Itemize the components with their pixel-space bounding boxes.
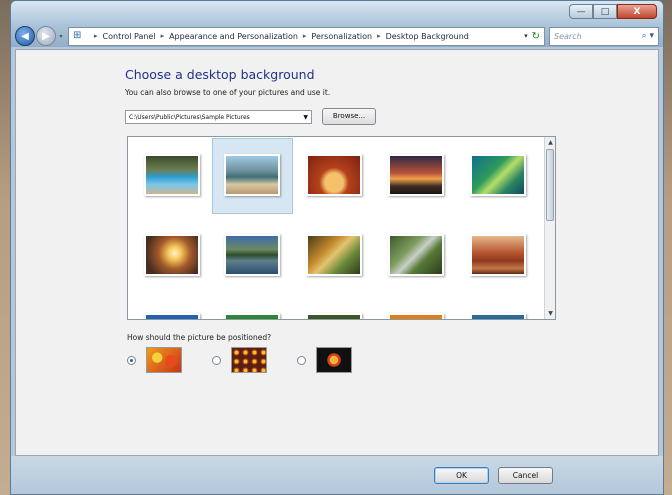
close-button[interactable]: X [617,4,657,19]
thumbnail-sunrise[interactable] [144,234,200,276]
window-controls: — □ X [569,4,657,19]
position-tile-radio[interactable] [212,355,221,365]
search-input[interactable]: Search ⌕ ▾ [549,26,659,46]
position-option-fill[interactable] [127,347,182,373]
thumbnail-leaf[interactable] [470,154,526,196]
thumbnail-pool[interactable] [144,154,200,196]
position-fill-radio[interactable] [127,355,136,365]
thumbnail-teal[interactable] [470,313,526,319]
window-chrome: — □ X ◀ ▶ ▾ ⊞ ▸ Control Panel ▸ Appearan… [11,1,663,47]
thumbnail-butte[interactable] [470,234,526,276]
thumbnail-autumn[interactable] [306,234,362,276]
search-placeholder: Search [554,31,582,41]
background-gallery: ▲ ▼ [127,136,556,320]
position-option-center[interactable] [297,347,352,373]
browse-button[interactable]: Browse... [322,108,376,125]
chevron-down-icon: ▼ [303,113,308,121]
forward-arrow-icon[interactable]: ▶ [36,26,56,46]
address-dropdown-icon[interactable]: ▾ [524,32,528,40]
page-subtitle: You can also browse to one of your pictu… [125,88,331,97]
refresh-icon[interactable]: ↻ [532,31,540,42]
thumbnail-forest[interactable] [306,313,362,319]
maximize-button[interactable]: □ [593,4,617,19]
content-pane: Choose a desktop background You can also… [15,49,659,456]
navigation-bar: ◀ ▶ ▾ ⊞ ▸ Control Panel ▸ Appearance and… [15,25,659,47]
scroll-down-arrow-icon[interactable]: ▼ [545,308,555,319]
page-title: Choose a desktop background [125,67,315,82]
search-icon[interactable]: ⌕ ▾ [642,31,654,41]
back-arrow-icon[interactable]: ◀ [15,26,35,46]
breadcrumb-separator-icon[interactable]: ▸ [303,32,307,40]
position-tile-preview-icon[interactable] [231,347,267,373]
thumbnail-lake[interactable] [224,234,280,276]
position-center-radio[interactable] [297,355,306,365]
thumbnail-blue[interactable] [144,313,200,319]
breadcrumb-separator-icon[interactable]: ▸ [94,32,98,40]
desktop-background-window: — □ X ◀ ▶ ▾ ⊞ ▸ Control Panel ▸ Appearan… [10,0,664,495]
picture-location-value: C:\Users\Public\Pictures\Sample Pictures [129,113,250,121]
breadcrumb-appearance[interactable]: Appearance and Personalization [169,32,298,41]
position-center-preview-icon[interactable] [316,347,352,373]
position-label: How should the picture be positioned? [127,333,272,342]
breadcrumb-separator-icon[interactable]: ▸ [377,32,381,40]
thumbnail-arch[interactable] [306,154,362,196]
scroll-up-arrow-icon[interactable]: ▲ [545,137,555,148]
thumbnail-beach[interactable] [224,154,280,196]
thumbnail-sunset[interactable] [388,154,444,196]
thumbnail-grid [128,137,545,319]
breadcrumb-desktop-background[interactable]: Desktop Background [386,32,469,41]
breadcrumb-separator-icon[interactable]: ▸ [161,32,165,40]
control-panel-icon: ⊞ [73,30,82,41]
position-option-tile[interactable] [212,347,267,373]
thumbnail-orange[interactable] [388,313,444,319]
recent-pages-chevron-icon[interactable]: ▾ [56,30,66,42]
breadcrumb-personalization[interactable]: Personalization [311,32,372,41]
scrollbar-thumb[interactable] [546,149,554,221]
cancel-button[interactable]: Cancel [498,467,553,484]
gallery-scrollbar[interactable]: ▲ ▼ [544,137,555,319]
address-bar[interactable]: ⊞ ▸ Control Panel ▸ Appearance and Perso… [68,26,545,46]
position-fill-preview-icon[interactable] [146,347,182,373]
dialog-footer: OK Cancel [11,456,663,494]
minimize-button[interactable]: — [569,4,593,19]
ok-button[interactable]: OK [434,467,489,484]
thumbnail-green[interactable] [224,313,280,319]
breadcrumb-control-panel[interactable]: Control Panel [103,32,156,41]
thumbnail-creek[interactable] [388,234,444,276]
picture-location-select[interactable]: C:\Users\Public\Pictures\Sample Pictures… [125,110,312,124]
